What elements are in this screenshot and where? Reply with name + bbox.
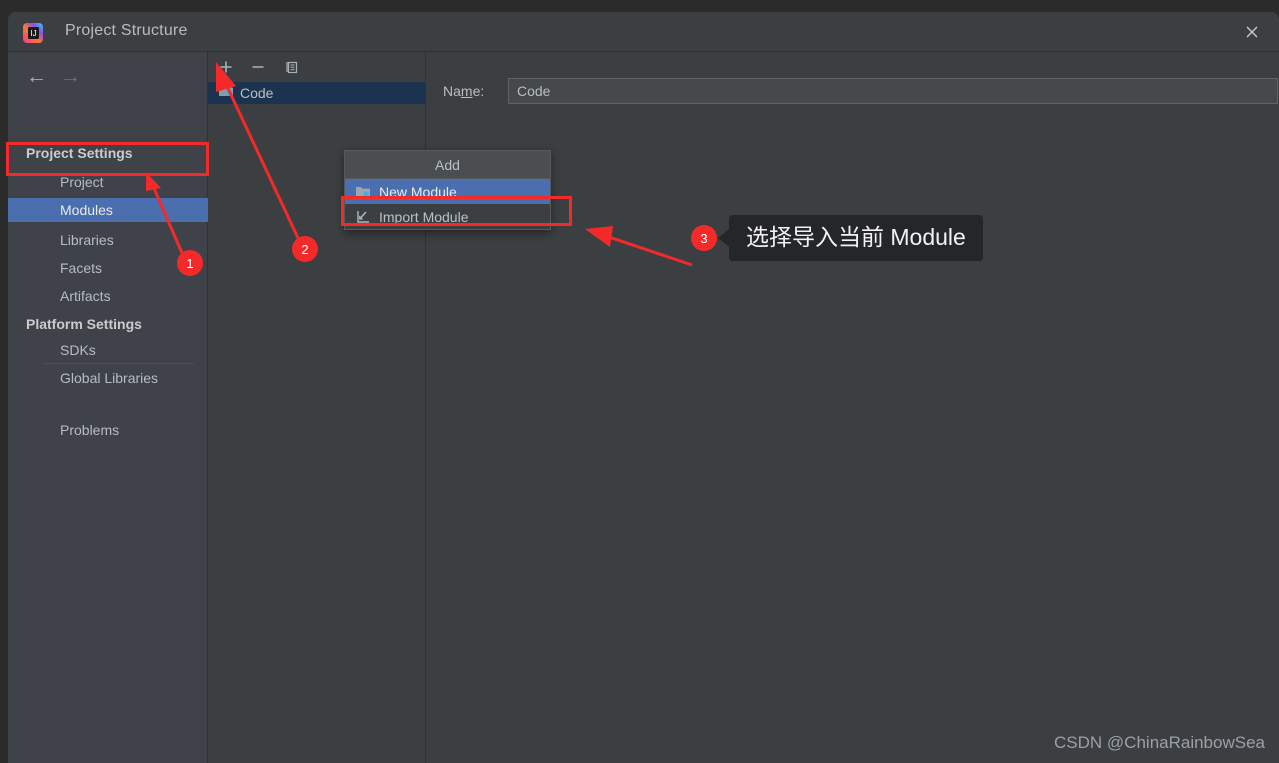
sidebar-group-project-settings: Project Settings xyxy=(26,145,133,161)
watermark: CSDN @ChinaRainbowSea xyxy=(1054,733,1265,752)
name-input[interactable] xyxy=(508,78,1278,104)
project-structure-dialog: IJ Project Structure ← → Project Setting… xyxy=(8,12,1279,763)
plus-icon[interactable] xyxy=(215,56,237,78)
arrow-left-icon[interactable]: ← xyxy=(26,64,47,90)
sidebar-nav-arrows: ← → xyxy=(8,64,207,94)
svg-text:IJ: IJ xyxy=(30,29,36,38)
sidebar-divider xyxy=(44,363,194,364)
add-popup-header: Add xyxy=(345,151,550,179)
sidebar-item-project[interactable]: Project xyxy=(8,170,208,194)
dialog-title: Project Structure xyxy=(65,22,188,39)
module-folder-icon xyxy=(218,83,234,103)
name-field-label: Name: xyxy=(443,83,485,99)
modules-toolbar xyxy=(208,52,425,82)
sidebar-item-modules[interactable]: Modules xyxy=(8,198,208,222)
sidebar-item-global-libraries[interactable]: Global Libraries xyxy=(8,366,208,390)
sidebar-item-sdks[interactable]: SDKs xyxy=(8,338,208,362)
sidebar-item-artifacts[interactable]: Artifacts xyxy=(8,284,208,308)
arrow-right-icon[interactable]: → xyxy=(60,64,81,90)
menu-item-label: Import Module xyxy=(379,208,469,225)
tree-item-label: Code xyxy=(240,85,274,101)
screenshot-root: IJ Project Structure ← → Project Setting… xyxy=(0,0,1279,763)
menu-item-label: New Module xyxy=(379,183,457,200)
settings-sidebar: ← → Project Settings Project Modules Lib… xyxy=(8,52,208,763)
sidebar-item-problems[interactable]: Problems xyxy=(8,418,208,442)
module-detail-panel: Name: xyxy=(426,52,1279,763)
add-popup-menu: Add New Module Import Module xyxy=(344,150,551,230)
menu-item-import-module[interactable]: Import Module xyxy=(345,204,550,229)
close-icon[interactable] xyxy=(1229,12,1275,52)
table-row[interactable]: Code xyxy=(208,82,425,104)
sidebar-item-libraries[interactable]: Libraries xyxy=(8,228,208,252)
minus-icon[interactable] xyxy=(247,56,269,78)
copy-icon[interactable] xyxy=(280,56,302,78)
import-module-arrow-icon xyxy=(354,209,372,225)
menu-item-new-module[interactable]: New Module xyxy=(345,179,550,204)
sidebar-group-platform-settings: Platform Settings xyxy=(26,316,142,332)
intellij-idea-logo: IJ xyxy=(22,22,44,44)
dialog-titlebar: IJ Project Structure xyxy=(8,12,1279,52)
new-module-folder-icon xyxy=(354,184,372,200)
sidebar-item-facets[interactable]: Facets xyxy=(8,256,208,280)
